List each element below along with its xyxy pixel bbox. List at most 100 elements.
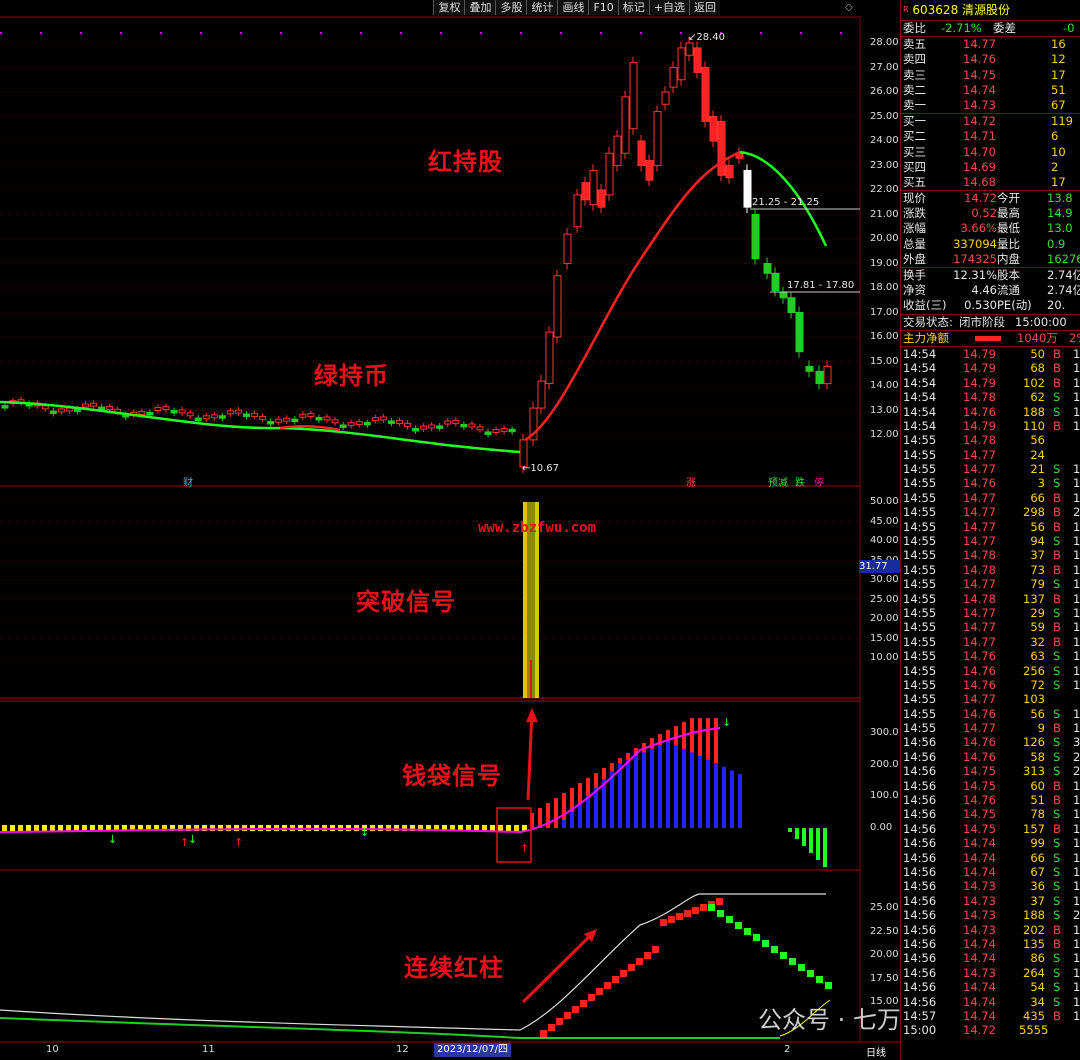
diamond-icon: ◇ — [845, 2, 853, 13]
tick-row: 14:56 14.73 202 B 1 — [903, 922, 1080, 937]
toolbar-button[interactable]: 统计 — [526, 0, 558, 15]
overlay-red-hold: 红持股 — [428, 148, 503, 176]
tick-row: 14:55 14.77 94 S 1 — [903, 534, 1080, 549]
bids-row: 买三 14.70 10 — [903, 144, 1066, 159]
tick-row: 14:56 14.74 86 S 1 — [903, 951, 1080, 966]
tick-row: 14:56 14.76 58 S 2 — [903, 749, 1080, 764]
asks-row: 卖一 14.73 67 — [903, 97, 1066, 112]
range-label-1: 21.25 - 21.25 — [752, 197, 820, 208]
tick-row: 14:56 14.73 264 S 1 — [903, 965, 1080, 980]
asks-row: 卖二 14.74 51 — [903, 82, 1066, 97]
tick-row: 14:55 14.77 79 S 1 — [903, 577, 1080, 592]
tick-row: 14:55 14.77 298 B 2 — [903, 505, 1080, 520]
mark-yujian: 预减 — [768, 478, 788, 489]
stats-row: 现价 14.72 今开 13.8 — [903, 191, 1073, 206]
stats2-row: 收益(三) 0.530 PE(动) 20. — [903, 298, 1066, 313]
svg-text:↑: ↑ — [520, 842, 529, 855]
mainflow-row: 主力净额 1040万 2% — [901, 329, 1080, 346]
tick-row: 14:55 14.77 21 S 1 — [903, 462, 1080, 477]
tick-row: 14:57 14.74 435 B 1 — [903, 1008, 1080, 1023]
toolbar-button[interactable]: +自选 — [648, 0, 689, 15]
range-label-2: 17.81 - 17.80 — [787, 280, 855, 291]
tick-row: 14:55 14.78 73 B 1 — [903, 562, 1080, 577]
tick-row: 14:55 14.76 56 S 1 — [903, 706, 1080, 721]
tick-row: 14:55 14.77 59 B 1 — [903, 620, 1080, 635]
tick-row: 14:54 14.79 68 B 1 — [903, 361, 1080, 376]
mark-die: 跌 — [795, 478, 805, 489]
tick-row: 14:55 14.76 3 S 1 — [903, 476, 1080, 491]
tick-row: 14:55 14.77 56 B 1 — [903, 519, 1080, 534]
stats2-row: 净资4.46流通2.74亿 — [903, 283, 1080, 298]
stock-name: 清源股份 — [962, 3, 1011, 17]
wb-row: 委比 -2.71% 委差 -0 — [903, 21, 1075, 35]
tick-row: 14:56 14.74 135 B 1 — [903, 936, 1080, 951]
toolbar-button[interactable]: 标记 — [617, 0, 649, 15]
tick-row: 14:55 14.78 56 — [903, 433, 1045, 448]
tick-row: 14:56 14.76 51 B 1 — [903, 793, 1080, 808]
status-row: 交易状态: 闭市阶段 15:00:00 — [901, 313, 1080, 330]
arrow-up — [526, 711, 534, 801]
quote-panel: R 603628 清源股份 委比 -2.71% 委差 -0 卖五 14.77 16 卖… — [900, 0, 1080, 1060]
bids-row: 买一 14.72 119 — [903, 114, 1073, 129]
toolbar-button[interactable]: 复权 — [433, 0, 465, 15]
overlay-green-hold: 绿持币 — [314, 362, 389, 390]
asks-row: 卖五 14.77 16 — [903, 37, 1066, 52]
flow-bar — [975, 335, 1001, 341]
watermark: www.zbzfwu.com — [478, 520, 597, 536]
tick-row: 14:55 14.78 137 B 1 — [903, 591, 1080, 606]
tick-row: 14:56 14.75 157 B 1 — [903, 821, 1080, 836]
svg-text:↑: ↑ — [234, 836, 243, 849]
r-icon: R — [903, 5, 909, 14]
tick-row: 14:55 14.76 63 S 1 — [903, 649, 1080, 664]
tick-row: 14:55 14.77 103 — [903, 692, 1045, 707]
x-month-11: 11 — [202, 1044, 215, 1055]
tick-row: 14:56 14.74 34 S 1 — [903, 994, 1080, 1009]
x-month-12: 12 — [396, 1044, 409, 1055]
tick-row: 14:55 14.77 32 B 1 — [903, 634, 1080, 649]
tick-row: 14:56 14.74 67 S 1 — [903, 865, 1080, 879]
low-label: ←10.67 — [522, 463, 560, 474]
tick-row: 14:55 14.78 37 B 1 — [903, 548, 1080, 563]
tick-row: 14:54 14.79 102 B 1 — [903, 375, 1080, 390]
svg-text:↓: ↓ — [188, 833, 197, 846]
toolbar-button[interactable]: F10 — [588, 0, 618, 15]
high-label: ↙28.40 — [688, 32, 726, 43]
tick-row: 14:56 14.76 126 S 3 — [903, 735, 1080, 750]
overlay-red-bars: 连续红柱 — [404, 954, 504, 982]
overlay-breakout: 突破信号 — [356, 588, 456, 616]
asks-row: 卖四 14.76 12 — [903, 52, 1066, 67]
bids-row: 买四 14.69 2 — [903, 159, 1059, 174]
tick-row: 14:56 14.73 36 S 1 — [903, 879, 1080, 894]
tick-row: 14:55 14.77 29 S 1 — [903, 605, 1080, 620]
tick-row: 14:56 14.74 99 S 1 — [903, 836, 1080, 851]
tick-row: 14:54 14.76 188 S 1 — [903, 404, 1080, 419]
toolbar-button[interactable]: 多股 — [495, 0, 527, 15]
toolbar-button[interactable]: 返回 — [689, 0, 720, 15]
period-label[interactable]: 日线 — [866, 1044, 886, 1059]
stats-row: 外盘 174325 内盘 16276 — [903, 251, 1080, 266]
stock-code: 603628 — [912, 3, 959, 17]
toolbar-button[interactable]: 画线 — [557, 0, 589, 15]
stats-row: 涨跌 0.52 最高 14.9 — [903, 206, 1073, 221]
svg-text:↓: ↓ — [108, 833, 117, 846]
x-month-10: 10 — [46, 1044, 59, 1055]
asks-row: 卖三 14.75 17 — [903, 67, 1066, 82]
stats2-row: 换手12.31%股本2.74亿 — [903, 268, 1080, 282]
mark-ting: 停 — [814, 478, 824, 489]
mark-cai: 财 — [183, 478, 193, 489]
tick-row: 14:55 14.76 256 S 1 — [903, 663, 1080, 678]
tick-row: 14:54 14.79 110 B 1 — [903, 418, 1080, 433]
arrow-diag — [521, 932, 594, 1004]
bids-row: 买五 14.68 17 — [903, 174, 1066, 189]
svg-text:↑: ↑ — [180, 836, 189, 849]
mark-zhang: 涨 — [686, 478, 696, 489]
svg-text:↓: ↓ — [360, 826, 369, 839]
svg-text:↓: ↓ — [722, 716, 731, 729]
toolbar-button[interactable]: 叠加 — [464, 0, 496, 15]
chart-area[interactable]: ↓ ↓ ↓ ↓ ↑ ↑ ↑ 复权 叠加 多股 统计 画线 F10 标记 +自选 返回 ◇ ↙28.40 ←1… — [0, 0, 900, 1060]
tick-row: 14:56 14.73 188 S 2 — [903, 908, 1080, 923]
tick-row: 14:55 14.77 24 — [903, 447, 1045, 462]
x-month-2: 2 — [784, 1044, 791, 1055]
tick-row: 14:55 14.77 66 B 1 — [903, 490, 1080, 505]
tick-row: 14:55 14.77 9 B 1 — [903, 721, 1080, 736]
